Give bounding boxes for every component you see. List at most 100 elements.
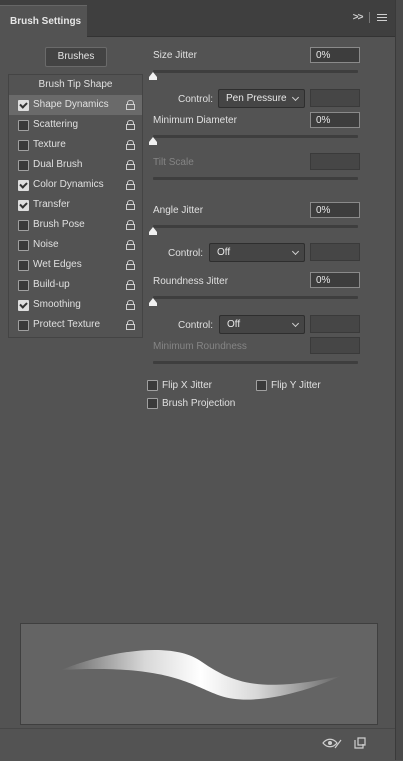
control-label: Control: <box>178 320 214 331</box>
tab-brush-settings[interactable]: Brush Settings <box>0 5 87 37</box>
minimum-diameter-slider-track[interactable] <box>153 135 358 138</box>
checkbox[interactable] <box>18 120 29 131</box>
panel-controls: >> <box>353 12 387 23</box>
collapse-panel-icon[interactable]: >> <box>353 12 364 23</box>
lock-icon[interactable] <box>126 200 135 210</box>
field-value: 0% <box>316 115 331 126</box>
control-extra-field[interactable] <box>310 243 360 261</box>
lock-icon[interactable] <box>126 220 135 230</box>
size-jitter-label: Size Jitter <box>153 50 197 61</box>
option-wet-edges[interactable]: Wet Edges <box>9 255 142 275</box>
size-jitter-field[interactable]: 0% <box>310 47 360 63</box>
control-select-size[interactable]: Pen Pressure <box>218 89 305 108</box>
flip-x-jitter-option[interactable]: Flip X Jitter <box>147 380 247 394</box>
checkbox[interactable] <box>147 398 158 409</box>
checkbox[interactable] <box>18 180 29 191</box>
option-label: Build-up <box>33 279 70 290</box>
control-label: Control: <box>168 248 204 259</box>
option-label: Color Dynamics <box>33 179 104 190</box>
option-transfer[interactable]: Transfer <box>9 195 142 215</box>
lock-icon[interactable] <box>126 240 135 250</box>
lock-icon[interactable] <box>126 320 135 330</box>
roundness-jitter-field[interactable]: 0% <box>310 272 360 288</box>
select-value: Off <box>217 247 231 258</box>
option-texture[interactable]: Texture <box>9 135 142 155</box>
checkbox[interactable] <box>18 260 29 271</box>
brush-options-list: Brush Tip Shape Shape Dynamics Scatterin… <box>8 74 143 338</box>
minimum-diameter-field[interactable]: 0% <box>310 112 360 128</box>
roundness-jitter-label: Roundness Jitter <box>153 276 229 287</box>
angle-jitter-field[interactable]: 0% <box>310 202 360 218</box>
brushes-button[interactable]: Brushes <box>45 47 107 67</box>
checkbox[interactable] <box>18 100 29 111</box>
option-label: Scattering <box>33 119 79 130</box>
chevron-down-icon <box>291 247 300 256</box>
option-label: Dual Brush <box>33 159 83 170</box>
brush-tip-shape-item[interactable]: Brush Tip Shape <box>9 75 142 95</box>
option-noise[interactable]: Noise <box>9 235 142 255</box>
divider <box>369 12 371 23</box>
lock-icon[interactable] <box>126 160 135 170</box>
brush-stroke-preview-image <box>61 649 341 700</box>
panel-tab-bar: Brush Settings >> <box>0 0 395 37</box>
checkbox[interactable] <box>18 320 29 331</box>
roundness-jitter-slider-track[interactable] <box>153 296 358 299</box>
option-brush-pose[interactable]: Brush Pose <box>9 215 142 235</box>
lock-icon[interactable] <box>126 300 135 310</box>
checkbox[interactable] <box>18 240 29 251</box>
option-smoothing[interactable]: Smoothing <box>9 295 142 315</box>
option-dual-brush[interactable]: Dual Brush <box>9 155 142 175</box>
size-jitter-slider-thumb[interactable] <box>149 72 157 80</box>
brush-projection-option[interactable]: Brush Projection <box>147 398 267 412</box>
option-label: Smoothing <box>33 299 81 310</box>
option-scattering[interactable]: Scattering <box>9 115 142 135</box>
flip-x-jitter-label: Flip X Jitter <box>162 380 213 391</box>
checkbox[interactable] <box>256 380 267 391</box>
tilt-scale-slider-track <box>153 177 358 180</box>
control-select-angle[interactable]: Off <box>209 243 305 262</box>
option-build-up[interactable]: Build-up <box>9 275 142 295</box>
option-label: Transfer <box>33 199 70 210</box>
option-color-dynamics[interactable]: Color Dynamics <box>9 175 142 195</box>
control-select-roundness[interactable]: Off <box>219 315 305 334</box>
flip-y-jitter-option[interactable]: Flip Y Jitter <box>256 380 356 394</box>
chevron-down-icon <box>291 93 300 102</box>
option-label: Shape Dynamics <box>33 99 109 110</box>
select-value: Pen Pressure <box>226 93 287 104</box>
control-extra-field[interactable] <box>310 315 360 333</box>
checkbox[interactable] <box>18 300 29 311</box>
minimum-diameter-slider-thumb[interactable] <box>149 137 157 145</box>
option-protect-texture[interactable]: Protect Texture <box>9 315 142 335</box>
lock-icon[interactable] <box>126 260 135 270</box>
lock-icon[interactable] <box>126 180 135 190</box>
lock-icon[interactable] <box>126 100 135 110</box>
checkbox[interactable] <box>18 220 29 231</box>
control-label: Control: <box>178 94 214 105</box>
lock-icon[interactable] <box>126 280 135 290</box>
lock-icon[interactable] <box>126 120 135 130</box>
field-value: 0% <box>316 50 331 61</box>
size-jitter-slider-track[interactable] <box>153 70 358 73</box>
checkbox[interactable] <box>18 280 29 291</box>
tab-label: Brush Settings <box>10 16 82 27</box>
checkbox[interactable] <box>147 380 158 391</box>
brush-projection-label: Brush Projection <box>162 398 236 409</box>
panel-menu-icon[interactable] <box>377 12 387 23</box>
option-label: Brush Pose <box>33 219 85 230</box>
roundness-jitter-slider-thumb[interactable] <box>149 298 157 306</box>
checkbox[interactable] <box>18 200 29 211</box>
minimum-roundness-field <box>310 337 360 354</box>
angle-jitter-label: Angle Jitter <box>153 205 204 216</box>
toggle-preview-icon[interactable] <box>322 737 342 749</box>
checkbox[interactable] <box>18 160 29 171</box>
angle-jitter-slider-thumb[interactable] <box>149 227 157 235</box>
angle-jitter-slider-track[interactable] <box>153 225 358 228</box>
option-shape-dynamics[interactable]: Shape Dynamics <box>9 95 142 115</box>
option-label: Wet Edges <box>33 259 82 270</box>
control-extra-field[interactable] <box>310 89 360 107</box>
checkbox[interactable] <box>18 140 29 151</box>
lock-icon[interactable] <box>126 140 135 150</box>
minimum-diameter-label: Minimum Diameter <box>153 115 237 126</box>
new-brush-icon[interactable] <box>354 737 366 749</box>
option-label: Protect Texture <box>33 319 101 330</box>
